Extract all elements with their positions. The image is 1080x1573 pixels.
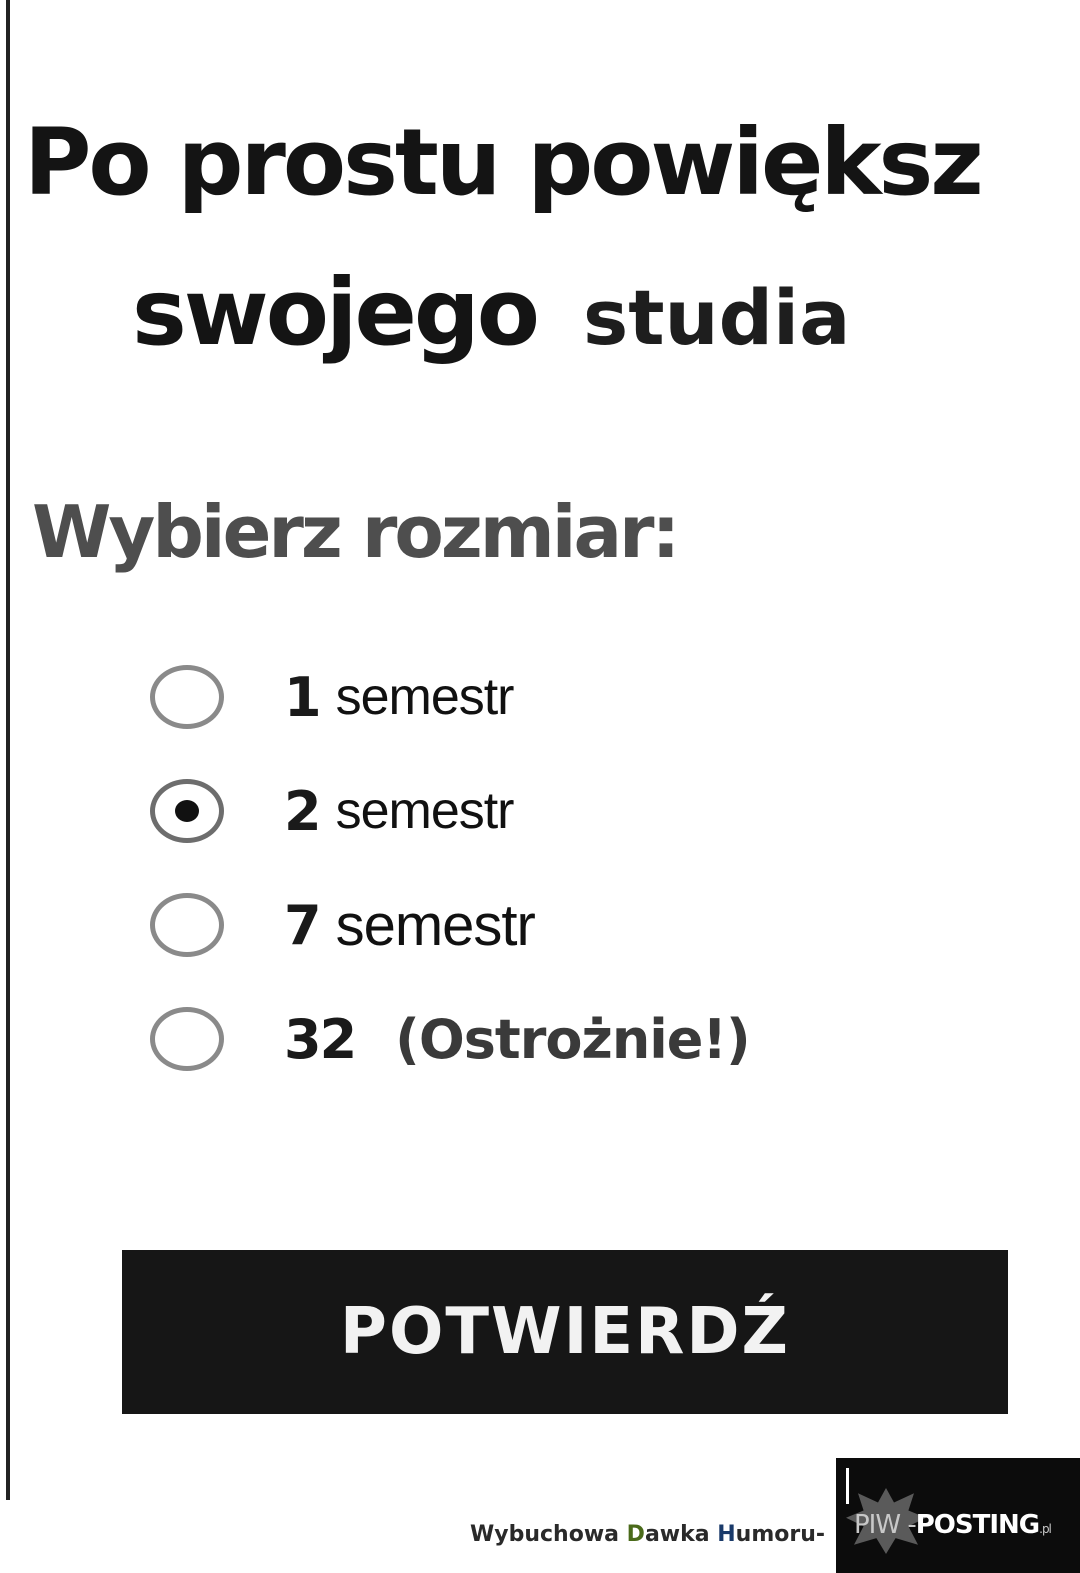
size-options-list: 1 semestr 2 semestr 7 semestr 32 (Ostroż… bbox=[150, 640, 1030, 1096]
title-word-swojego: swojego bbox=[132, 259, 540, 366]
logo-suffix: .pl bbox=[1039, 1522, 1052, 1536]
option-label: (Ostrożnie!) bbox=[395, 1007, 751, 1071]
piw-posting-logo: PIW -POSTING.pl bbox=[836, 1458, 1080, 1573]
option-number: 7 bbox=[284, 893, 322, 957]
radio-checked-icon[interactable] bbox=[150, 779, 224, 843]
radio-icon[interactable] bbox=[150, 893, 224, 957]
credit-letter-d: D bbox=[626, 1522, 645, 1547]
credit-text: Wybuchowa bbox=[470, 1522, 627, 1547]
credit-text: awka bbox=[644, 1522, 718, 1547]
logo-separator: - bbox=[907, 1510, 916, 1540]
option-label: semestr bbox=[335, 782, 515, 840]
radio-icon[interactable] bbox=[150, 1007, 224, 1071]
option-label: semestr bbox=[335, 668, 515, 726]
logo-posting: POSTING bbox=[915, 1510, 1040, 1540]
option-1-semestr[interactable]: 1 semestr bbox=[150, 640, 1030, 754]
option-32-ostroznie[interactable]: 32 (Ostrożnie!) bbox=[150, 982, 1030, 1096]
radio-icon[interactable] bbox=[150, 665, 224, 729]
title-line-2: swojego studia bbox=[24, 238, 1064, 393]
footer-credit: Wybuchowa Dawka Humoru- bbox=[470, 1522, 825, 1547]
logo-text: PIW -POSTING.pl bbox=[854, 1510, 1052, 1540]
logo-bar-icon bbox=[846, 1468, 849, 1504]
option-7-semestr[interactable]: 7 semestr bbox=[150, 868, 1030, 982]
credit-text: umoru- bbox=[735, 1522, 826, 1547]
option-label: semestr bbox=[335, 892, 536, 958]
radio-dot-icon bbox=[175, 800, 199, 822]
credit-letter-h: H bbox=[717, 1522, 736, 1547]
title-patch-studia: studia bbox=[566, 243, 875, 393]
option-number: 32 bbox=[284, 1007, 357, 1071]
title-line-1: Po prostu powiększ bbox=[24, 109, 984, 216]
option-number: 2 bbox=[284, 779, 322, 843]
option-number: 1 bbox=[284, 665, 322, 729]
left-edge-line bbox=[6, 0, 10, 1500]
size-section-title: Wybierz rozmiar: bbox=[32, 490, 680, 574]
option-2-semestr[interactable]: 2 semestr bbox=[150, 754, 1030, 868]
logo-piw: PIW bbox=[854, 1510, 901, 1540]
confirm-button[interactable]: POTWIERDŹ bbox=[122, 1250, 1008, 1414]
page-title: Po prostu powiększ swojego studia bbox=[24, 88, 1064, 393]
